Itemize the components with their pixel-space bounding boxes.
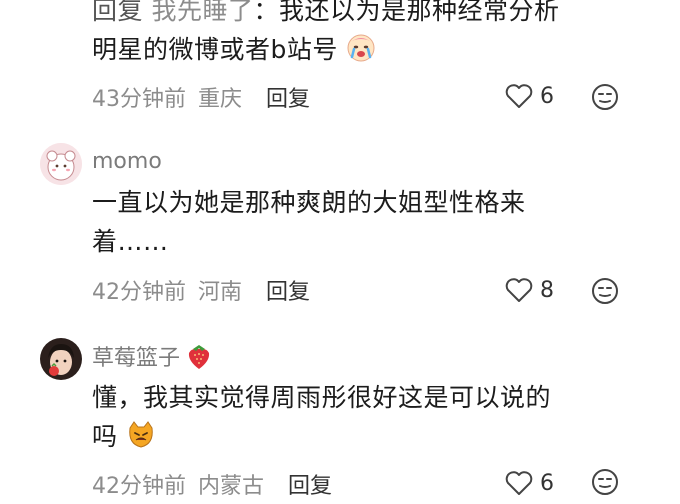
comment-time: 43分钟前 <box>92 87 186 112</box>
reply-button[interactable]: 回复 <box>288 468 332 500</box>
crying-face-emoji <box>346 33 376 63</box>
comment-3-line2: 吗 <box>92 418 156 455</box>
comment-2-text-2: 着…… <box>92 227 169 256</box>
heart-icon <box>504 81 534 111</box>
like-button[interactable]: 6 <box>504 468 554 498</box>
comment-2-meta: 42分钟前 河南 回复 <box>92 274 310 306</box>
like-count: 6 <box>540 470 554 496</box>
comment-1-text-1: ：我还以为是那种经常分析 <box>253 0 560 25</box>
comment-location: 重庆 <box>198 87 243 112</box>
comment-3-text-2: 吗 <box>92 422 118 451</box>
like-button[interactable]: 8 <box>504 275 554 305</box>
comment-1-line1: 回复 我先睡了：我还以为是那种经常分析 <box>92 0 560 29</box>
emoji-reaction-icon[interactable] <box>590 276 620 306</box>
username-text: 草莓篮子 <box>92 346 181 371</box>
comment-3-text-1: 懂，我其实觉得周雨彤很好这是可以说的 <box>92 383 552 412</box>
comment-2-line1: 一直以为她是那种爽朗的大姐型性格来 <box>92 184 526 221</box>
strawberry-emoji <box>184 341 214 371</box>
like-count: 8 <box>540 277 554 303</box>
emoji-reaction-icon[interactable] <box>590 82 620 112</box>
comment-3-meta: 42分钟前 内蒙古 回复 <box>92 468 332 500</box>
username[interactable]: momo <box>92 145 162 177</box>
comment-time: 42分钟前 <box>92 474 186 499</box>
comment-location: 河南 <box>198 280 243 305</box>
heart-icon <box>504 275 534 305</box>
cat-face-emoji <box>126 420 156 450</box>
username[interactable]: 草莓篮子 <box>92 340 214 372</box>
reply-button[interactable]: 回复 <box>266 81 310 113</box>
reply-prefix: 回复 <box>92 0 144 25</box>
like-button[interactable]: 6 <box>504 81 554 111</box>
comment-2-line2: 着…… <box>92 223 169 260</box>
username-text: momo <box>92 148 162 174</box>
comment-time: 42分钟前 <box>92 280 186 305</box>
avatar[interactable] <box>40 143 82 185</box>
reply-button[interactable]: 回复 <box>266 274 310 306</box>
reply-to-user[interactable]: 我先睡了 <box>151 0 253 25</box>
emoji-reaction-icon[interactable] <box>590 467 620 497</box>
comment-1-text-2: 明星的微博或者b站号 <box>92 35 338 64</box>
comment-1-meta: 43分钟前 重庆 回复 <box>92 81 310 113</box>
comment-2-text-1: 一直以为她是那种爽朗的大姐型性格来 <box>92 188 526 217</box>
comment-location: 内蒙古 <box>198 474 265 499</box>
heart-icon <box>504 468 534 498</box>
comment-1-line2: 明星的微博或者b站号 <box>92 31 376 68</box>
avatar[interactable] <box>40 338 82 380</box>
comment-3-line1: 懂，我其实觉得周雨彤很好这是可以说的 <box>92 379 551 416</box>
like-count: 6 <box>540 83 554 109</box>
